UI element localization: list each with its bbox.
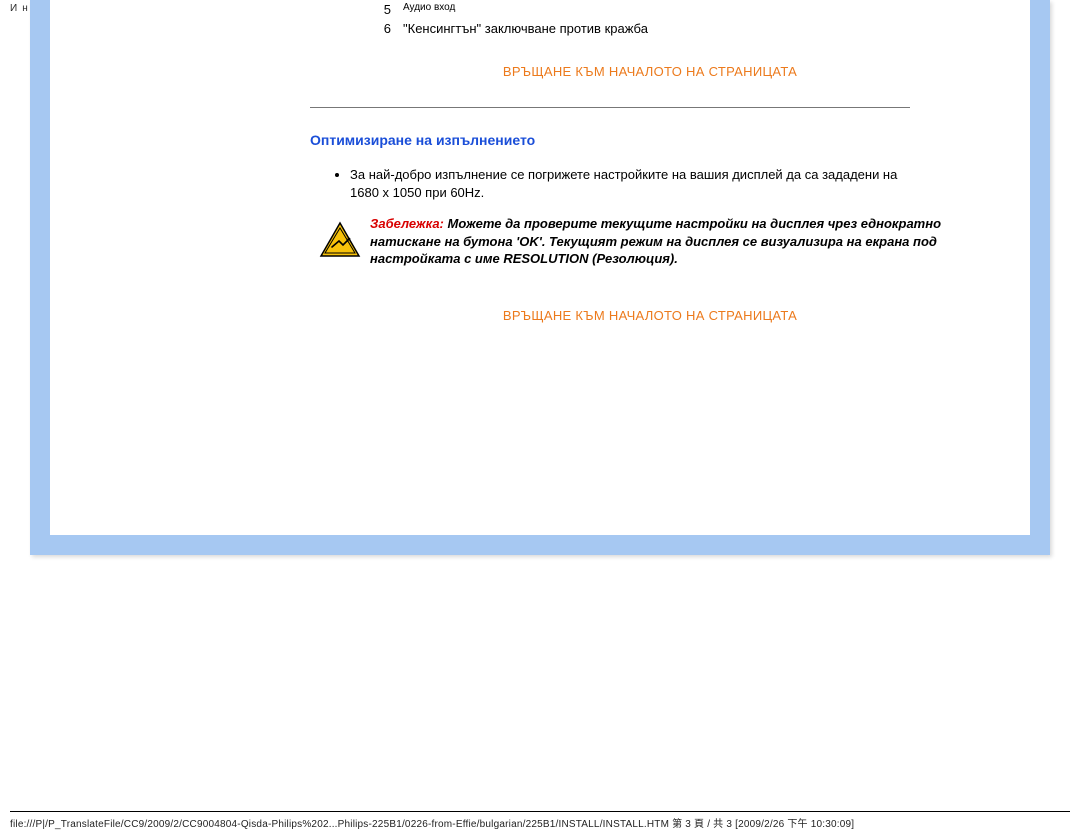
- note-label: Забележка:: [370, 216, 444, 231]
- table-row: 6 "Кенсингтън" заключване против кражба: [365, 19, 654, 38]
- table-row: 5 Аудио вход: [365, 0, 654, 19]
- list-item: За най-добро изпълнение се погрижете нас…: [350, 166, 910, 201]
- footer-path: file:///P|/P_TranslateFile/CC9/2009/2/CC…: [10, 811, 1070, 830]
- content-frame: 5 Аудио вход 6 "Кенсингтън" заключване п…: [30, 0, 1050, 555]
- body-list: За най-добро изпълнение се погрижете нас…: [350, 166, 910, 201]
- section-heading: Оптимизиране на изпълнението: [310, 132, 990, 148]
- ports-list: 5 Аудио вход 6 "Кенсингтън" заключване п…: [365, 0, 654, 38]
- list-item-text: "Кенсингтън" заключване против кражба: [397, 19, 654, 38]
- back-to-top-link[interactable]: ВРЪЩАНЕ КЪМ НАЧАЛОТО НА СТРАНИЦАТА: [350, 308, 950, 323]
- list-item-text: Аудио вход: [397, 0, 654, 19]
- note-text: Забележка: Можете да проверите текущите …: [370, 215, 950, 268]
- content-area: 5 Аудио вход 6 "Кенсингтън" заключване п…: [310, 0, 990, 349]
- list-item-number: 5: [365, 0, 397, 19]
- note-row: Забележка: Можете да проверите текущите …: [310, 215, 950, 268]
- warning-icon: [310, 215, 370, 259]
- note-body: Можете да проверите текущите настройки н…: [370, 216, 941, 266]
- list-item-number: 6: [365, 19, 397, 38]
- back-to-top-link[interactable]: ВРЪЩАНЕ КЪМ НАЧАЛОТО НА СТРАНИЦАТА: [350, 64, 950, 79]
- section-divider: [310, 107, 910, 108]
